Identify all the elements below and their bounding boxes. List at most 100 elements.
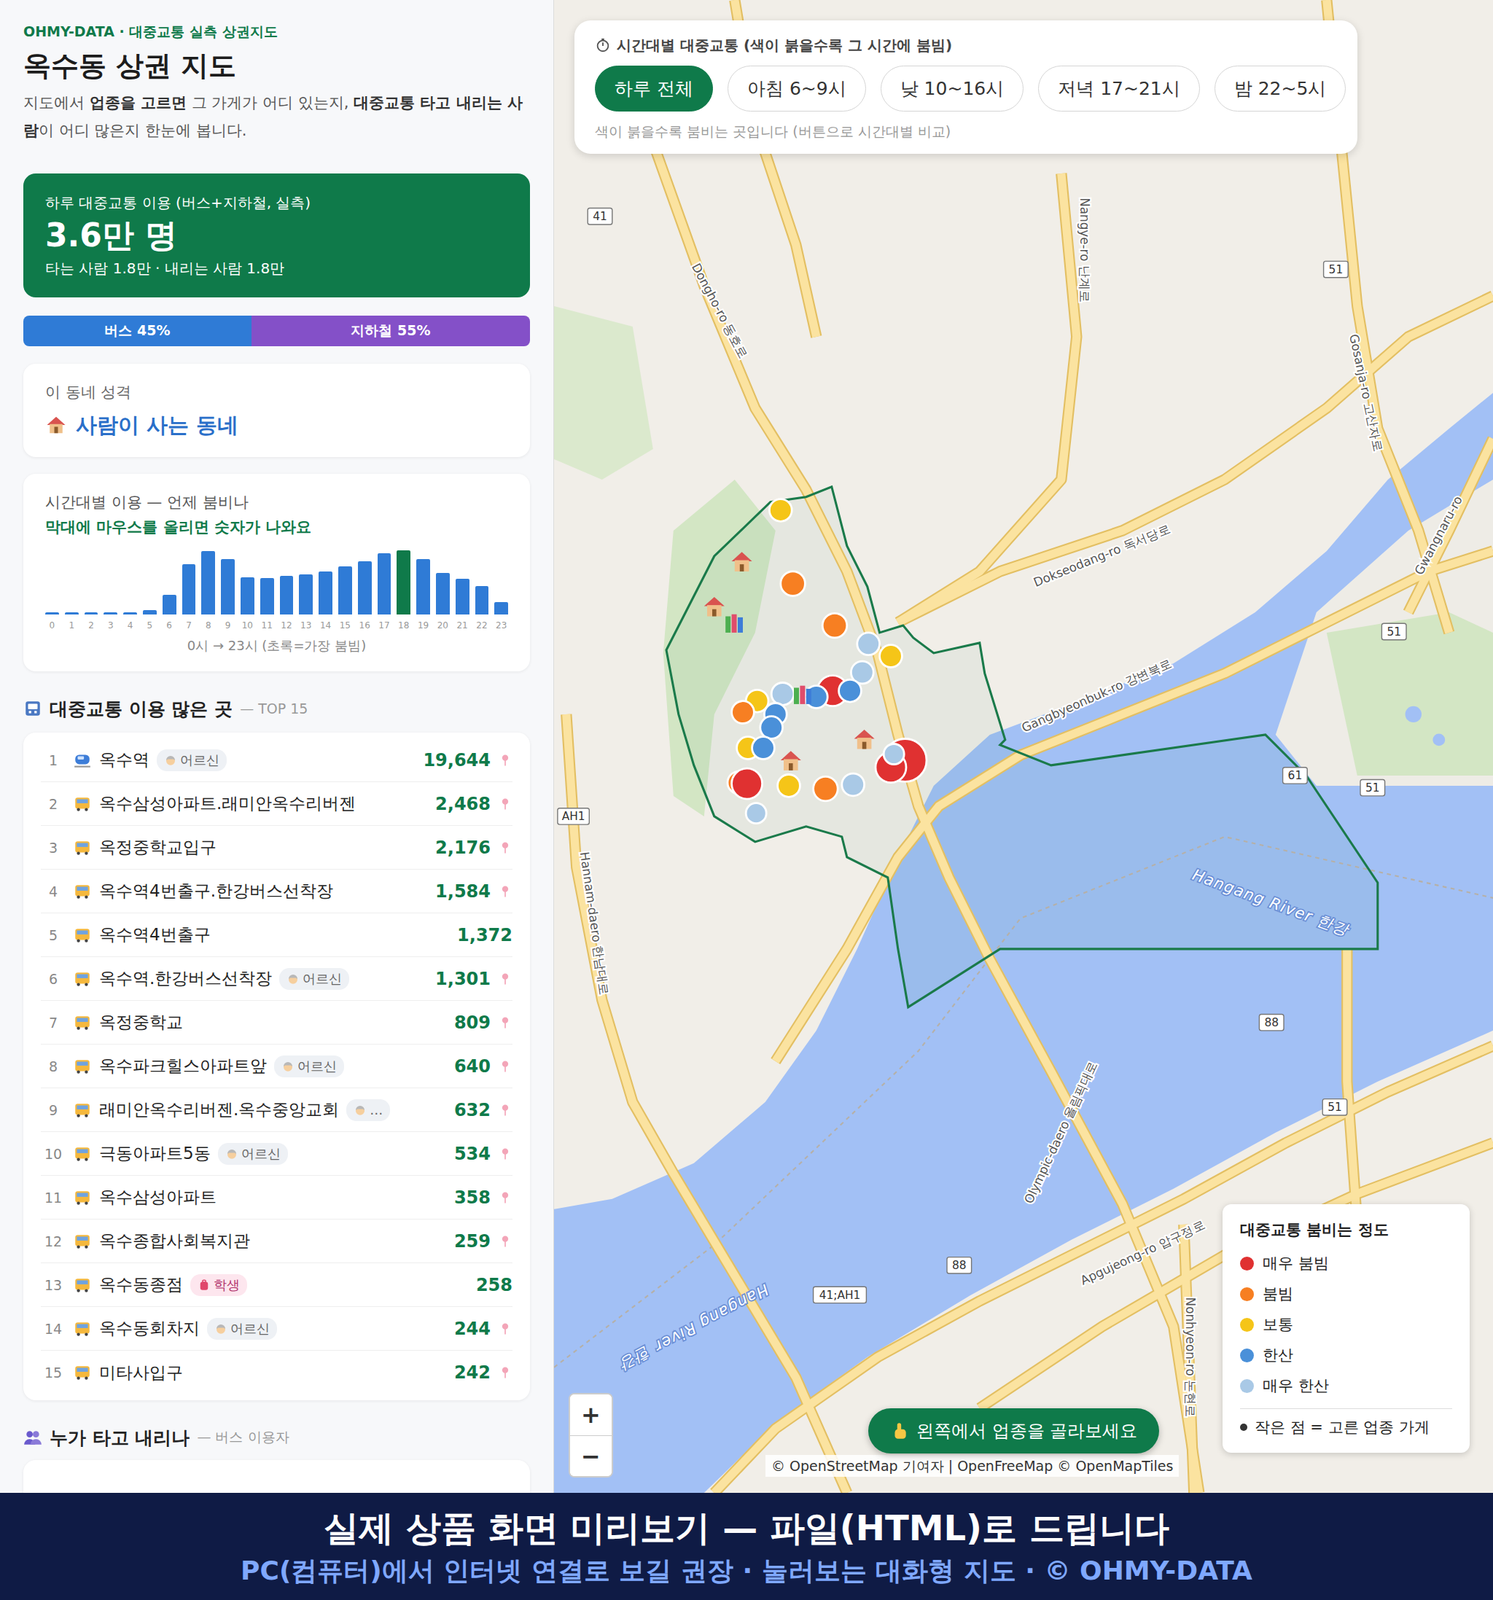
bar-column[interactable] [220, 548, 235, 615]
hour-bar[interactable] [240, 577, 255, 615]
station-marker[interactable] [760, 716, 783, 740]
bar-column[interactable] [201, 548, 216, 615]
station-marker[interactable] [731, 701, 755, 724]
pin-icon[interactable] [497, 796, 513, 812]
pin-icon[interactable] [497, 1190, 513, 1206]
bar-column[interactable] [298, 548, 313, 615]
stop-row[interactable]: 2옥수삼성아파트.래미안옥수리버젠2,468 [40, 782, 513, 826]
hour-bar[interactable] [103, 612, 118, 615]
station-marker[interactable] [745, 803, 767, 824]
hour-bar[interactable] [220, 559, 235, 615]
station-marker[interactable] [777, 774, 801, 797]
pin-icon[interactable] [497, 753, 513, 768]
station-marker[interactable] [813, 776, 839, 802]
hour-bar[interactable] [475, 586, 490, 615]
pin-icon[interactable] [497, 840, 513, 856]
station-marker[interactable] [857, 632, 880, 656]
stop-row[interactable]: 12옥수종합사회복지관259 [40, 1219, 513, 1264]
hour-bar[interactable] [64, 612, 79, 615]
stop-row[interactable]: 10극동아파트5동어르신534 [40, 1132, 513, 1176]
hour-bar[interactable] [142, 610, 157, 615]
hour-bar[interactable] [435, 572, 450, 615]
pin-icon[interactable] [497, 971, 513, 987]
pin-icon[interactable] [497, 884, 513, 899]
hour-bar[interactable] [338, 566, 353, 616]
time-filter-button[interactable]: 낮 10~16시 [880, 65, 1025, 112]
stop-row[interactable]: 1옥수역어르신19,644 [40, 738, 513, 783]
bar-column[interactable] [455, 548, 470, 615]
bar-column[interactable] [45, 548, 60, 615]
hour-bar[interactable] [377, 553, 392, 615]
hour-bar[interactable] [455, 578, 470, 615]
station-marker[interactable] [752, 737, 775, 760]
pin-icon[interactable] [497, 1321, 513, 1337]
stop-row[interactable]: 5옥수역4번출구1,372 [40, 913, 513, 958]
station-marker[interactable] [841, 773, 865, 797]
station-marker[interactable] [883, 744, 904, 765]
bar-column[interactable] [142, 548, 157, 615]
books-icon[interactable] [793, 685, 812, 705]
house-icon[interactable] [780, 750, 802, 771]
time-filter-button[interactable]: 저녁 17~21시 [1038, 65, 1200, 112]
stop-row[interactable]: 13옥수동종점학생258 [40, 1263, 513, 1308]
hour-bar[interactable] [260, 578, 275, 615]
station-marker[interactable] [804, 685, 828, 709]
stop-row[interactable]: 3옥정중학교입구2,176 [40, 825, 513, 870]
station-marker[interactable] [822, 613, 848, 638]
house-icon[interactable] [704, 597, 725, 617]
hour-bar[interactable] [201, 551, 216, 615]
hour-bar[interactable] [396, 550, 411, 615]
hour-bar[interactable] [84, 612, 99, 615]
stop-row[interactable]: 4옥수역4번출구.한강버스선착장1,584 [40, 869, 513, 914]
hour-bar[interactable] [494, 602, 509, 615]
bar-column[interactable] [416, 548, 431, 615]
pin-icon[interactable] [497, 1365, 513, 1381]
hour-bar[interactable] [123, 612, 138, 615]
station-marker[interactable] [771, 683, 794, 706]
time-filter-button[interactable]: 밤 22~5시 [1214, 65, 1347, 112]
stop-row[interactable]: 7옥정중학교809 [40, 1000, 513, 1045]
pin-icon[interactable] [497, 1146, 513, 1162]
hour-bar[interactable] [162, 594, 177, 615]
zoom-button[interactable]: − [570, 1435, 612, 1477]
bar-column[interactable] [182, 548, 197, 615]
bar-column[interactable] [396, 548, 411, 615]
bar-column[interactable] [475, 548, 490, 615]
station-marker[interactable] [769, 499, 792, 522]
bar-column[interactable] [260, 548, 275, 615]
bar-column[interactable] [123, 548, 138, 615]
hour-bar[interactable] [357, 561, 372, 615]
house-icon[interactable] [854, 729, 875, 750]
pin-icon[interactable] [497, 1015, 513, 1031]
bar-column[interactable] [103, 548, 118, 615]
bar-column[interactable] [338, 548, 353, 615]
time-filter-button[interactable]: 아침 6~9시 [727, 65, 867, 112]
stop-row[interactable]: 11옥수삼성아파트358 [40, 1175, 513, 1220]
pin-icon[interactable] [497, 1059, 513, 1074]
hour-bar[interactable] [298, 574, 313, 615]
books-icon[interactable] [725, 614, 743, 633]
hour-bar[interactable] [45, 612, 60, 615]
stop-row[interactable]: 15미타사입구242 [40, 1350, 513, 1395]
hour-bar[interactable] [279, 575, 294, 615]
station-marker[interactable] [780, 571, 806, 597]
bar-column[interactable] [318, 548, 333, 615]
stop-row[interactable]: 6옥수역.한강버스선착장어르신1,301 [40, 957, 513, 1001]
bar-column[interactable] [64, 548, 79, 615]
bar-column[interactable] [162, 548, 177, 615]
bar-column[interactable] [377, 548, 392, 615]
stop-row[interactable]: 14옥수동회차지어르신244 [40, 1307, 513, 1351]
bar-column[interactable] [435, 548, 450, 615]
station-marker[interactable] [839, 679, 862, 703]
bar-column[interactable] [84, 548, 99, 615]
house-icon[interactable] [731, 551, 753, 572]
stop-row[interactable]: 8옥수파크힐스아파트앞어르신640 [40, 1044, 513, 1089]
pin-icon[interactable] [497, 1102, 513, 1118]
station-marker[interactable] [731, 768, 763, 799]
bar-column[interactable] [240, 548, 255, 615]
hour-bar[interactable] [416, 559, 431, 615]
map[interactable]: 415151615188518841;AH1AH1Dongho-ro 동호로Na… [554, 0, 1493, 1493]
hour-bar[interactable] [182, 564, 197, 615]
zoom-button[interactable]: + [570, 1394, 612, 1436]
station-marker[interactable] [879, 645, 903, 668]
